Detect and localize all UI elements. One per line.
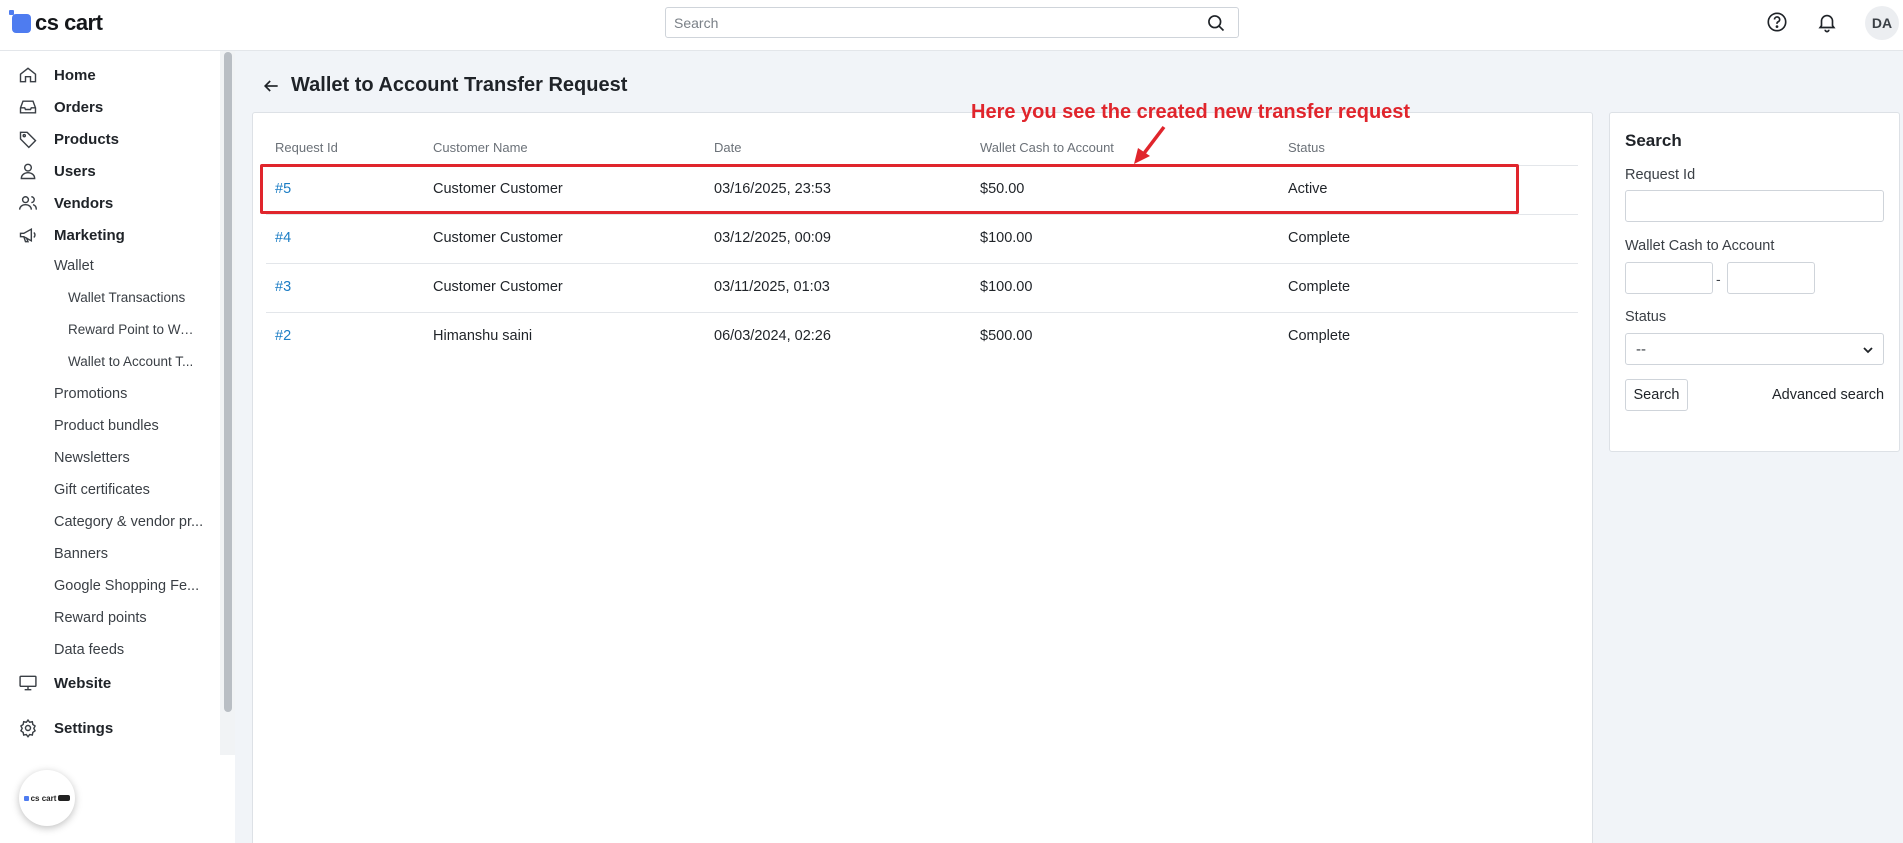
bubble-logo: cs cart [23, 793, 71, 803]
status-select-value: -- [1636, 340, 1646, 358]
customer-name-cell: Customer Customer [433, 230, 563, 246]
sidebar-item-category-vendor[interactable]: Category & vendor pr... [54, 514, 203, 530]
amount-label: Wallet Cash to Account [1625, 238, 1775, 254]
column-header-customer-name[interactable]: Customer Name [433, 140, 528, 155]
status-cell: Complete [1288, 328, 1351, 344]
home-icon [19, 67, 37, 83]
sidebar-item-home[interactable]: Home [0, 61, 220, 89]
column-header-status[interactable]: Status [1288, 140, 1325, 155]
chevron-down-icon [1863, 347, 1873, 354]
global-search-input[interactable] [666, 8, 1186, 37]
amount-to-input[interactable] [1727, 262, 1815, 294]
page-title: Wallet to Account Transfer Request [291, 74, 628, 96]
status-cell: Complete [1288, 230, 1351, 246]
sidebar-item-products[interactable]: Products [0, 125, 220, 153]
sidebar-item-label: Vendors [54, 194, 114, 212]
column-header-request-id[interactable]: Request Id [275, 140, 338, 155]
sidebar-bottom [220, 755, 235, 843]
sidebar-item-label: Orders [54, 98, 104, 116]
sidebar-item-users[interactable]: Users [0, 157, 220, 185]
amount-cell: $100.00 [980, 279, 1033, 295]
sidebar-item-google-shopping[interactable]: Google Shopping Fe... [54, 578, 199, 594]
bell-icon[interactable] [1816, 11, 1838, 33]
search-panel-title: Search [1625, 131, 1682, 150]
tag-icon [19, 131, 37, 149]
sidebar-item-orders[interactable]: Orders [0, 93, 220, 121]
users-icon [18, 196, 38, 210]
status-label: Status [1625, 309, 1667, 325]
annotation-arrow-icon [1134, 125, 1166, 164]
bubble-logo-mark-icon [23, 795, 29, 801]
search-button[interactable]: Search [1625, 379, 1688, 411]
date-cell: 03/12/2025, 00:09 [714, 230, 831, 246]
user-icon [20, 163, 36, 180]
date-cell: 03/11/2025, 01:03 [714, 279, 830, 295]
sidebar-item-banners[interactable]: Banners [54, 546, 108, 562]
sidebar-item-reward-point-to-wallet[interactable]: Reward Point to Wa... [68, 322, 196, 337]
sidebar-item-wallet[interactable]: Wallet [54, 258, 94, 274]
sidebar-item-wallet-to-account-transfer[interactable]: Wallet to Account T... [68, 354, 193, 369]
sidebar-item-product-bundles[interactable]: Product bundles [54, 418, 159, 434]
cs-cart-logo[interactable]: cs cart [9, 9, 103, 36]
sidebar-item-newsletters[interactable]: Newsletters [54, 450, 130, 466]
column-header-date[interactable]: Date [714, 140, 741, 155]
monitor-icon [19, 675, 37, 691]
sidebar-item-label: Marketing [54, 226, 125, 244]
sidebar-item-settings[interactable]: Settings [0, 714, 220, 742]
request-id-input[interactable] [1625, 190, 1884, 222]
amount-cell: $100.00 [980, 230, 1033, 246]
request-id-link[interactable]: #2 [275, 328, 291, 344]
sidebar-scrollbar-thumb[interactable] [224, 52, 232, 712]
request-id-link[interactable]: #3 [275, 279, 291, 295]
sidebar-item-promotions[interactable]: Promotions [54, 386, 127, 402]
sidebar-item-label: Products [54, 130, 120, 148]
sidebar-item-label: Home [54, 66, 96, 84]
annotation-highlight-box [260, 164, 1519, 214]
back-arrow-icon[interactable] [261, 76, 281, 96]
column-header-amount[interactable]: Wallet Cash to Account [980, 140, 1114, 155]
gear-icon [20, 718, 36, 738]
amount-cell: $500.00 [980, 328, 1033, 344]
customer-name-cell: Himanshu saini [433, 328, 533, 344]
status-cell: Complete [1288, 279, 1351, 295]
range-separator: - [1716, 271, 1721, 287]
sidebar-item-vendors[interactable]: Vendors [0, 189, 220, 217]
customer-name-cell: Customer Customer [433, 279, 563, 295]
sidebar-item-label: Settings [54, 719, 114, 737]
sidebar-item-website[interactable]: Website [0, 669, 220, 697]
avatar[interactable]: DA [1865, 6, 1899, 40]
sidebar-item-reward-points[interactable]: Reward points [54, 610, 147, 626]
sidebar: Home Orders Products Users Vendors Marke… [0, 51, 220, 843]
bubble-logo-text: cs cart [30, 793, 57, 803]
advanced-search-link[interactable]: Advanced search [1772, 387, 1884, 403]
request-id-link[interactable]: #4 [275, 230, 291, 246]
inbox-icon [19, 100, 37, 114]
help-icon[interactable] [1766, 11, 1788, 33]
cs-cart-help-bubble[interactable]: cs cart [19, 770, 75, 826]
sidebar-item-gift-certificates[interactable]: Gift certificates [54, 482, 150, 498]
date-cell: 06/03/2024, 02:26 [714, 328, 831, 344]
sidebar-item-data-feeds[interactable]: Data feeds [54, 642, 124, 658]
logo-text: cs cart [35, 10, 103, 35]
search-icon[interactable] [1206, 13, 1226, 33]
status-select[interactable]: -- [1625, 333, 1884, 365]
megaphone-icon [19, 227, 36, 243]
sidebar-item-marketing[interactable]: Marketing [0, 221, 220, 249]
sidebar-item-label: Website [54, 674, 112, 692]
request-id-label: Request Id [1625, 167, 1696, 183]
annotation-text: Here you see the created new transfer re… [971, 101, 1411, 123]
global-search [665, 7, 1239, 38]
amount-from-input[interactable] [1625, 262, 1713, 294]
logo-mark-icon [9, 9, 31, 33]
sidebar-item-label: Users [54, 162, 96, 180]
sidebar-item-wallet-transactions[interactable]: Wallet Transactions [68, 290, 185, 305]
top-bar: cs cart DA [0, 0, 1903, 51]
bubble-badge-icon [58, 795, 71, 801]
